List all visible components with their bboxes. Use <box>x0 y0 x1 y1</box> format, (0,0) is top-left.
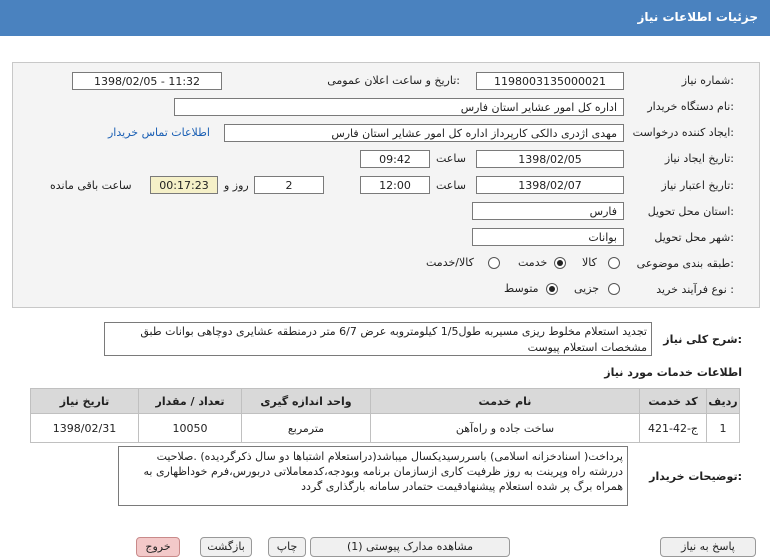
created-date-field[interactable]: 1398/02/05 <box>476 150 624 168</box>
process-minor-radio[interactable] <box>608 283 620 295</box>
exit-button[interactable]: خروج <box>136 537 180 557</box>
services-table: ردیف کد خدمت نام خدمت واحد اندازه گیری ت… <box>30 388 740 443</box>
cell-service-name: ساخت جاده و راه‌آهن <box>370 413 640 443</box>
cell-row: 1 <box>706 413 740 443</box>
category-goods-radio[interactable] <box>608 257 620 269</box>
remaining-label: ساعت باقی مانده <box>50 179 132 192</box>
validity-time-label: ساعت <box>436 179 466 192</box>
col-unit: واحد اندازه گیری <box>241 388 371 414</box>
col-row: ردیف <box>706 388 740 414</box>
table-row: 1 ج-42-421 ساخت جاده و راه‌آهن مترمربع 1… <box>30 413 740 443</box>
city-label: شهر محل تحویل: <box>654 231 734 244</box>
buyer-notes: پرداخت( اسنادخزانه اسلامی) باسررسیدیکسال… <box>118 446 628 506</box>
page-title: جزئیات اطلاعات نیاز <box>637 10 758 24</box>
services-header-row: ردیف کد خدمت نام خدمت واحد اندازه گیری ت… <box>30 388 740 414</box>
validity-date-field[interactable]: 1398/02/07 <box>476 176 624 194</box>
cell-quantity: 10050 <box>138 413 242 443</box>
created-time-field[interactable]: 09:42 <box>360 150 430 168</box>
need-number-field[interactable]: 1198003135000021 <box>476 72 624 90</box>
buyer-contact-link[interactable]: اطلاعات تماس خریدار <box>108 126 210 139</box>
process-minor-label: جزیی <box>574 282 600 295</box>
announce-field[interactable]: 1398/02/05 - 11:32 <box>72 72 222 90</box>
need-number-label: شماره نیاز: <box>681 74 734 87</box>
category-goods-service-radio[interactable] <box>488 257 500 269</box>
cell-unit: مترمربع <box>241 413 371 443</box>
validity-date-label: تاریخ اعتبار نیاز: <box>661 179 734 192</box>
col-quantity: تعداد / مقدار <box>138 388 242 414</box>
created-time-label: ساعت <box>436 152 466 165</box>
title-bar: جزئیات اطلاعات نیاز <box>0 0 770 36</box>
reply-button[interactable]: پاسخ به نیاز <box>660 537 756 557</box>
announce-label: تاریخ و ساعت اعلان عمومی: <box>327 74 460 87</box>
category-service-radio[interactable] <box>554 257 566 269</box>
process-medium-label: متوسط <box>504 282 539 295</box>
category-goods-label: کالا <box>582 256 597 269</box>
validity-time-field[interactable]: 12:00 <box>360 176 430 194</box>
description-text: تجدید استعلام مخلوط ریزی مسیربه طول1/5 ک… <box>104 322 652 356</box>
category-service-label: خدمت <box>518 256 548 269</box>
created-date-label: تاریخ ایجاد نیاز: <box>664 152 734 165</box>
category-label: طبقه بندی موضوعی: <box>636 257 734 270</box>
col-need-date: تاریخ نیاز <box>30 388 139 414</box>
buyer-org-label: نام دستگاه خریدار: <box>647 100 734 113</box>
process-medium-radio[interactable] <box>546 283 558 295</box>
buyer-org-field[interactable]: اداره کل امور عشایر استان فارس <box>174 98 624 116</box>
city-field[interactable]: بوانات <box>472 228 624 246</box>
requester-label: ایجاد کننده درخواست: <box>632 126 734 139</box>
attachments-button[interactable]: مشاهده مدارک پیوستی (1) <box>310 537 510 557</box>
days-label: روز و <box>224 179 249 192</box>
days-field[interactable]: 2 <box>254 176 324 194</box>
process-label: نوع فرآیند خرید : <box>656 283 734 296</box>
col-service-name: نام خدمت <box>370 388 640 414</box>
requester-field[interactable]: مهدی اژدری دالکی کارپرداز اداره کل امور … <box>224 124 624 142</box>
description-label: شرح کلی نیاز: <box>663 333 742 346</box>
remaining-time-field: 00:17:23 <box>150 176 218 194</box>
services-title: اطلاعات خدمات مورد نیاز <box>604 366 742 379</box>
col-service-code: کد خدمت <box>639 388 707 414</box>
print-button[interactable]: چاپ <box>268 537 306 557</box>
cell-service-code: ج-42-421 <box>639 413 707 443</box>
province-label: استان محل تحویل: <box>647 205 734 218</box>
cell-need-date: 1398/02/31 <box>30 413 139 443</box>
notes-label: توضیحات خریدار: <box>649 470 742 483</box>
province-field[interactable]: فارس <box>472 202 624 220</box>
back-button[interactable]: بازگشت <box>200 537 252 557</box>
category-goods-service-label: کالا/خدمت <box>426 256 474 269</box>
